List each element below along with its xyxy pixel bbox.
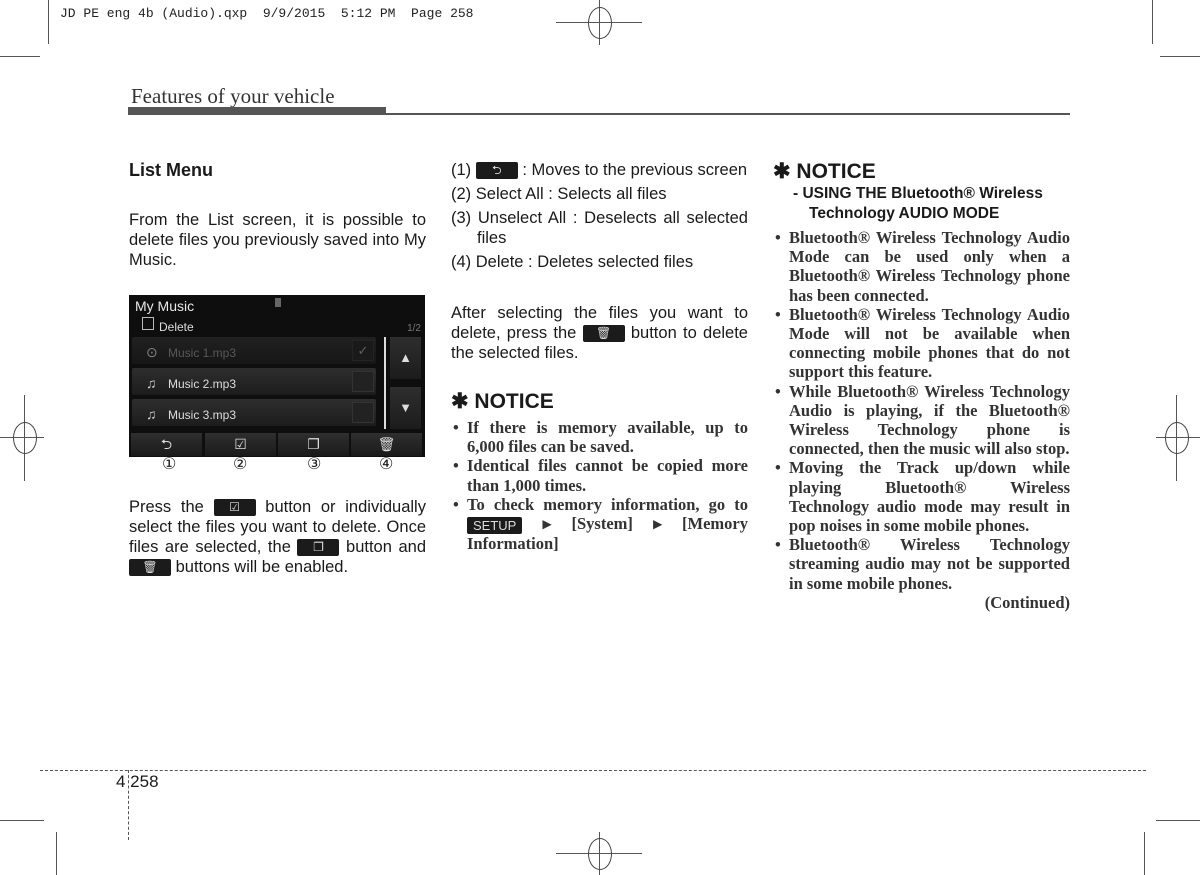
text: buttons will be enabled. <box>175 558 349 576</box>
notice-item: Identical files cannot be copied more th… <box>451 456 748 494</box>
registration-mark <box>588 7 612 39</box>
file-name: Music 1.mp3 <box>168 346 237 360</box>
footer-rule <box>40 770 1146 771</box>
item-text: Select All : Selects all files <box>475 185 667 203</box>
play-circle-icon: ⊙ <box>146 344 158 360</box>
header-rule <box>128 107 386 115</box>
registration-mark <box>1165 422 1189 454</box>
text: button and <box>346 538 427 556</box>
registration-mark <box>13 422 37 454</box>
column-2: (1) ⮌ : Moves to the previous screen (2)… <box>451 160 748 553</box>
intro-paragraph: From the List screen, it is possible to … <box>129 211 426 269</box>
list-item[interactable]: ⊙ Music 1.mp3 ✓ <box>132 337 376 364</box>
header-rule <box>386 113 1070 115</box>
notice-item: Bluetooth® Wireless Technology Audio Mod… <box>773 228 1070 305</box>
sd-card-icon <box>275 298 281 307</box>
notice-item: While Bluetooth® Wireless Technology Aud… <box>773 382 1070 459</box>
crop-mark <box>0 820 44 821</box>
delete-inline-icon: 🗑 <box>129 559 171 577</box>
callout-3: ③ <box>307 456 322 473</box>
file-name: Music 3.mp3 <box>168 408 237 422</box>
select-all-inline-icon: ☑ <box>213 499 256 517</box>
crop-mark <box>1156 820 1200 821</box>
setup-button-label: SETUP <box>467 516 523 534</box>
text: Press the <box>129 498 204 516</box>
notice-item: To check memory information, go to SETUP… <box>451 495 748 553</box>
music-note-icon: ♫ <box>146 406 157 422</box>
music-note-icon: ♫ <box>146 375 157 391</box>
callout-row: ① ② ③ ④ <box>129 456 426 479</box>
notice-item: Bluetooth® Wireless Technology streaming… <box>773 535 1070 593</box>
screen-subtitle: Delete <box>159 320 194 334</box>
print-slug: JD PE eng 4b (Audio).qxp 9/9/2015 5:12 P… <box>60 6 474 21</box>
back-inline-icon: ⮌ <box>475 162 518 180</box>
notice-list: Bluetooth® Wireless Technology Audio Mod… <box>773 228 1070 593</box>
scrollbar[interactable] <box>384 337 386 429</box>
notice-heading: ✱ NOTICE <box>451 390 554 413</box>
item-number: (2) <box>451 185 472 203</box>
list-item[interactable]: ♫ Music 3.mp3 <box>132 399 376 426</box>
notice-heading: ✱ NOTICE <box>773 160 876 183</box>
list-item: (1) ⮌ : Moves to the previous screen <box>451 160 748 180</box>
registration-mark <box>588 838 612 870</box>
list-item: (2) Select All : Selects all files <box>451 184 748 204</box>
notice-list: If there is memory available, up to 6,00… <box>451 418 748 553</box>
scroll-up-button[interactable]: ▲ <box>390 337 421 379</box>
callout-1: ① <box>162 456 177 473</box>
callout-4: ④ <box>379 456 394 473</box>
column-1: List Menu From the List screen, it is po… <box>129 160 426 577</box>
list-menu-heading: List Menu <box>129 160 213 180</box>
list-item[interactable]: ♫ Music 2.mp3 <box>132 368 376 395</box>
unselect-all-inline-icon: ❐ <box>297 539 340 557</box>
crop-mark <box>1152 0 1153 44</box>
notice-item: If there is memory available, up to 6,00… <box>451 418 748 456</box>
item-text: Delete : Deletes selected files <box>475 253 694 271</box>
notice-item: Bluetooth® Wireless Technology Audio Mod… <box>773 305 1070 382</box>
button-description-list: (1) ⮌ : Moves to the previous screen (2)… <box>451 160 748 272</box>
item-number: (3) <box>451 209 472 227</box>
item-text: Unselect All : Deselects all selected fi… <box>477 209 748 247</box>
delete-inline-icon: 🗑 <box>582 325 625 343</box>
list-item: (4) Delete : Deletes selected files <box>451 252 748 272</box>
item-number: (4) <box>451 253 472 271</box>
list-item: (3) Unselect All : Deselects all selecte… <box>451 208 748 248</box>
screen-title: My Music <box>135 298 195 314</box>
text: To check memory information, go to <box>467 494 748 514</box>
crop-mark <box>1160 56 1200 57</box>
section-title: Features of your vehicle <box>131 84 335 108</box>
crop-mark <box>0 56 40 57</box>
item-text: : Moves to the previous screen <box>522 161 748 179</box>
scroll-down-button[interactable]: ▼ <box>390 387 421 429</box>
row-checkbox[interactable] <box>352 402 374 423</box>
row-checkbox[interactable] <box>352 371 374 392</box>
callout-2: ② <box>233 456 248 473</box>
notice-subtitle: - USING THE Bluetooth® Wireless Technolo… <box>793 185 1043 222</box>
column-3: ✱ NOTICE - USING THE Bluetooth® Wireless… <box>773 160 1070 613</box>
continued-label: (Continued) <box>984 592 1070 612</box>
after-paragraph: After selecting the files you want to de… <box>451 303 748 363</box>
crop-mark <box>1144 832 1145 875</box>
back-button[interactable]: ⮌ <box>131 433 202 456</box>
my-music-screen: My Music Delete 1/2 ⊙ Music 1.mp3 ✓ ♫ Mu… <box>129 295 425 457</box>
press-paragraph: Press the ☑ button or individually selec… <box>129 497 426 577</box>
page-indicator: 1/2 <box>407 323 421 334</box>
file-name: Music 2.mp3 <box>168 377 237 391</box>
row-checkbox[interactable]: ✓ <box>352 340 374 361</box>
notice-item: Moving the Track up/down while playing B… <box>773 458 1070 535</box>
page-number: 4 258 <box>116 772 159 791</box>
crop-mark <box>48 0 49 44</box>
select-all-button[interactable]: ☑ <box>205 433 276 456</box>
item-number: (1) <box>451 161 472 179</box>
crop-mark <box>56 832 57 875</box>
unselect-all-button[interactable]: ❐ <box>278 433 349 456</box>
delete-button[interactable]: 🗑 <box>351 433 422 456</box>
menu-list-icon <box>142 317 154 330</box>
